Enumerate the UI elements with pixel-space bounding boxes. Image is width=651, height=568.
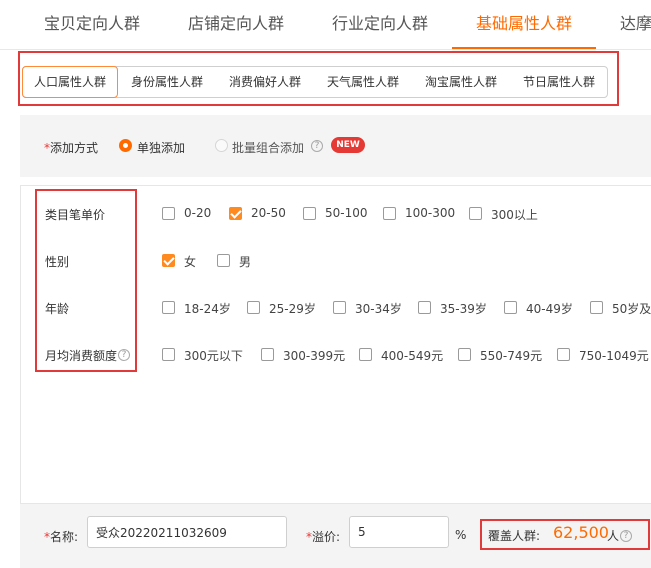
checkbox-price-20-50[interactable] [229, 207, 242, 220]
checkbox-price-0-20[interactable] [162, 207, 175, 220]
option-label: 50岁及 [612, 302, 651, 316]
radio-single-add[interactable] [119, 139, 132, 152]
top-tab-bar: 宝贝定向人群 店铺定向人群 行业定向人群 基础属性人群 达摩 [0, 0, 651, 50]
premium-label: *溢价: [306, 530, 341, 544]
checkbox-age-50-plus[interactable] [590, 301, 603, 314]
premium-input[interactable] [349, 516, 449, 548]
checkbox-price-100-300[interactable] [383, 207, 396, 220]
checkbox-gender-male[interactable] [217, 254, 230, 267]
option-label: 40-49岁 [526, 302, 573, 316]
help-icon[interactable]: ? [311, 140, 323, 152]
coverage-unit: 人 [607, 529, 620, 543]
subtab-consumption-preference[interactable]: 消费偏好人群 [219, 67, 311, 97]
option-label: 400-549元 [381, 349, 444, 363]
option-label: 750-1049元 [579, 349, 649, 363]
option-label: 300以上 [491, 208, 538, 222]
checkbox-price-50-100[interactable] [303, 207, 316, 220]
active-tab-underline [452, 47, 596, 49]
monthly-spend-label: 月均消费额度 [45, 349, 118, 363]
option-label: 35-39岁 [440, 302, 487, 316]
checkbox-gender-female[interactable] [162, 254, 175, 267]
checkbox-age-18-24[interactable] [162, 301, 175, 314]
coverage-value: 62,500 [553, 523, 609, 542]
option-label: 20-50 [251, 206, 286, 220]
option-label: 0-20 [184, 206, 212, 220]
tab-industry-targeting[interactable]: 行业定向人群 [332, 0, 428, 50]
category-price-label: 类目笔单价 [45, 208, 106, 222]
tab-damo[interactable]: 达摩 [620, 0, 651, 50]
subtab-demographic[interactable]: 人口属性人群 [22, 66, 118, 98]
checkbox-spend-300-399[interactable] [261, 348, 274, 361]
coverage-label: 覆盖人群: [488, 529, 541, 543]
option-label: 300-399元 [283, 349, 346, 363]
subtab-identity[interactable]: 身份属性人群 [121, 67, 213, 97]
option-label: 30-34岁 [355, 302, 402, 316]
premium-unit: % [455, 528, 467, 542]
new-badge: NEW [331, 137, 365, 153]
add-method-label: *添加方式 [44, 141, 99, 155]
subtab-bar: 人口属性人群 身份属性人群 消费偏好人群 天气属性人群 淘宝属性人群 节日属性人… [22, 66, 608, 98]
subtab-taobao[interactable]: 淘宝属性人群 [415, 67, 507, 97]
checkbox-age-30-34[interactable] [333, 301, 346, 314]
subtab-weather[interactable]: 天气属性人群 [317, 67, 409, 97]
tab-store-targeting[interactable]: 店铺定向人群 [188, 0, 284, 50]
checkbox-age-35-39[interactable] [418, 301, 431, 314]
tab-basic-attribute[interactable]: 基础属性人群 [476, 0, 572, 50]
option-label: 50-100 [325, 206, 368, 220]
checkbox-age-40-49[interactable] [504, 301, 517, 314]
name-label: *名称: [44, 530, 79, 544]
gender-label: 性别 [45, 255, 70, 269]
option-label: 550-749元 [480, 349, 543, 363]
checkbox-spend-under-300[interactable] [162, 348, 175, 361]
radio-single-add-label[interactable]: 单独添加 [137, 139, 185, 156]
option-label: 25-29岁 [269, 302, 316, 316]
checkbox-spend-750-1049[interactable] [557, 348, 570, 361]
help-icon[interactable]: ? [620, 530, 632, 542]
age-label: 年龄 [45, 302, 70, 316]
help-icon[interactable]: ? [118, 349, 130, 361]
checkbox-spend-550-749[interactable] [458, 348, 471, 361]
radio-batch-add-label[interactable]: 批量组合添加 [232, 139, 304, 156]
tab-product-targeting[interactable]: 宝贝定向人群 [44, 0, 140, 50]
option-label: 女 [184, 255, 197, 269]
checkbox-price-300-plus[interactable] [469, 207, 482, 220]
option-label: 100-300 [405, 206, 456, 220]
option-label: 300元以下 [184, 349, 243, 363]
checkbox-age-25-29[interactable] [247, 301, 260, 314]
name-input[interactable] [87, 516, 287, 548]
subtab-holiday[interactable]: 节日属性人群 [513, 67, 605, 97]
option-label: 男 [239, 255, 252, 269]
checkbox-spend-400-549[interactable] [359, 348, 372, 361]
radio-batch-add[interactable] [215, 139, 228, 152]
option-label: 18-24岁 [184, 302, 231, 316]
